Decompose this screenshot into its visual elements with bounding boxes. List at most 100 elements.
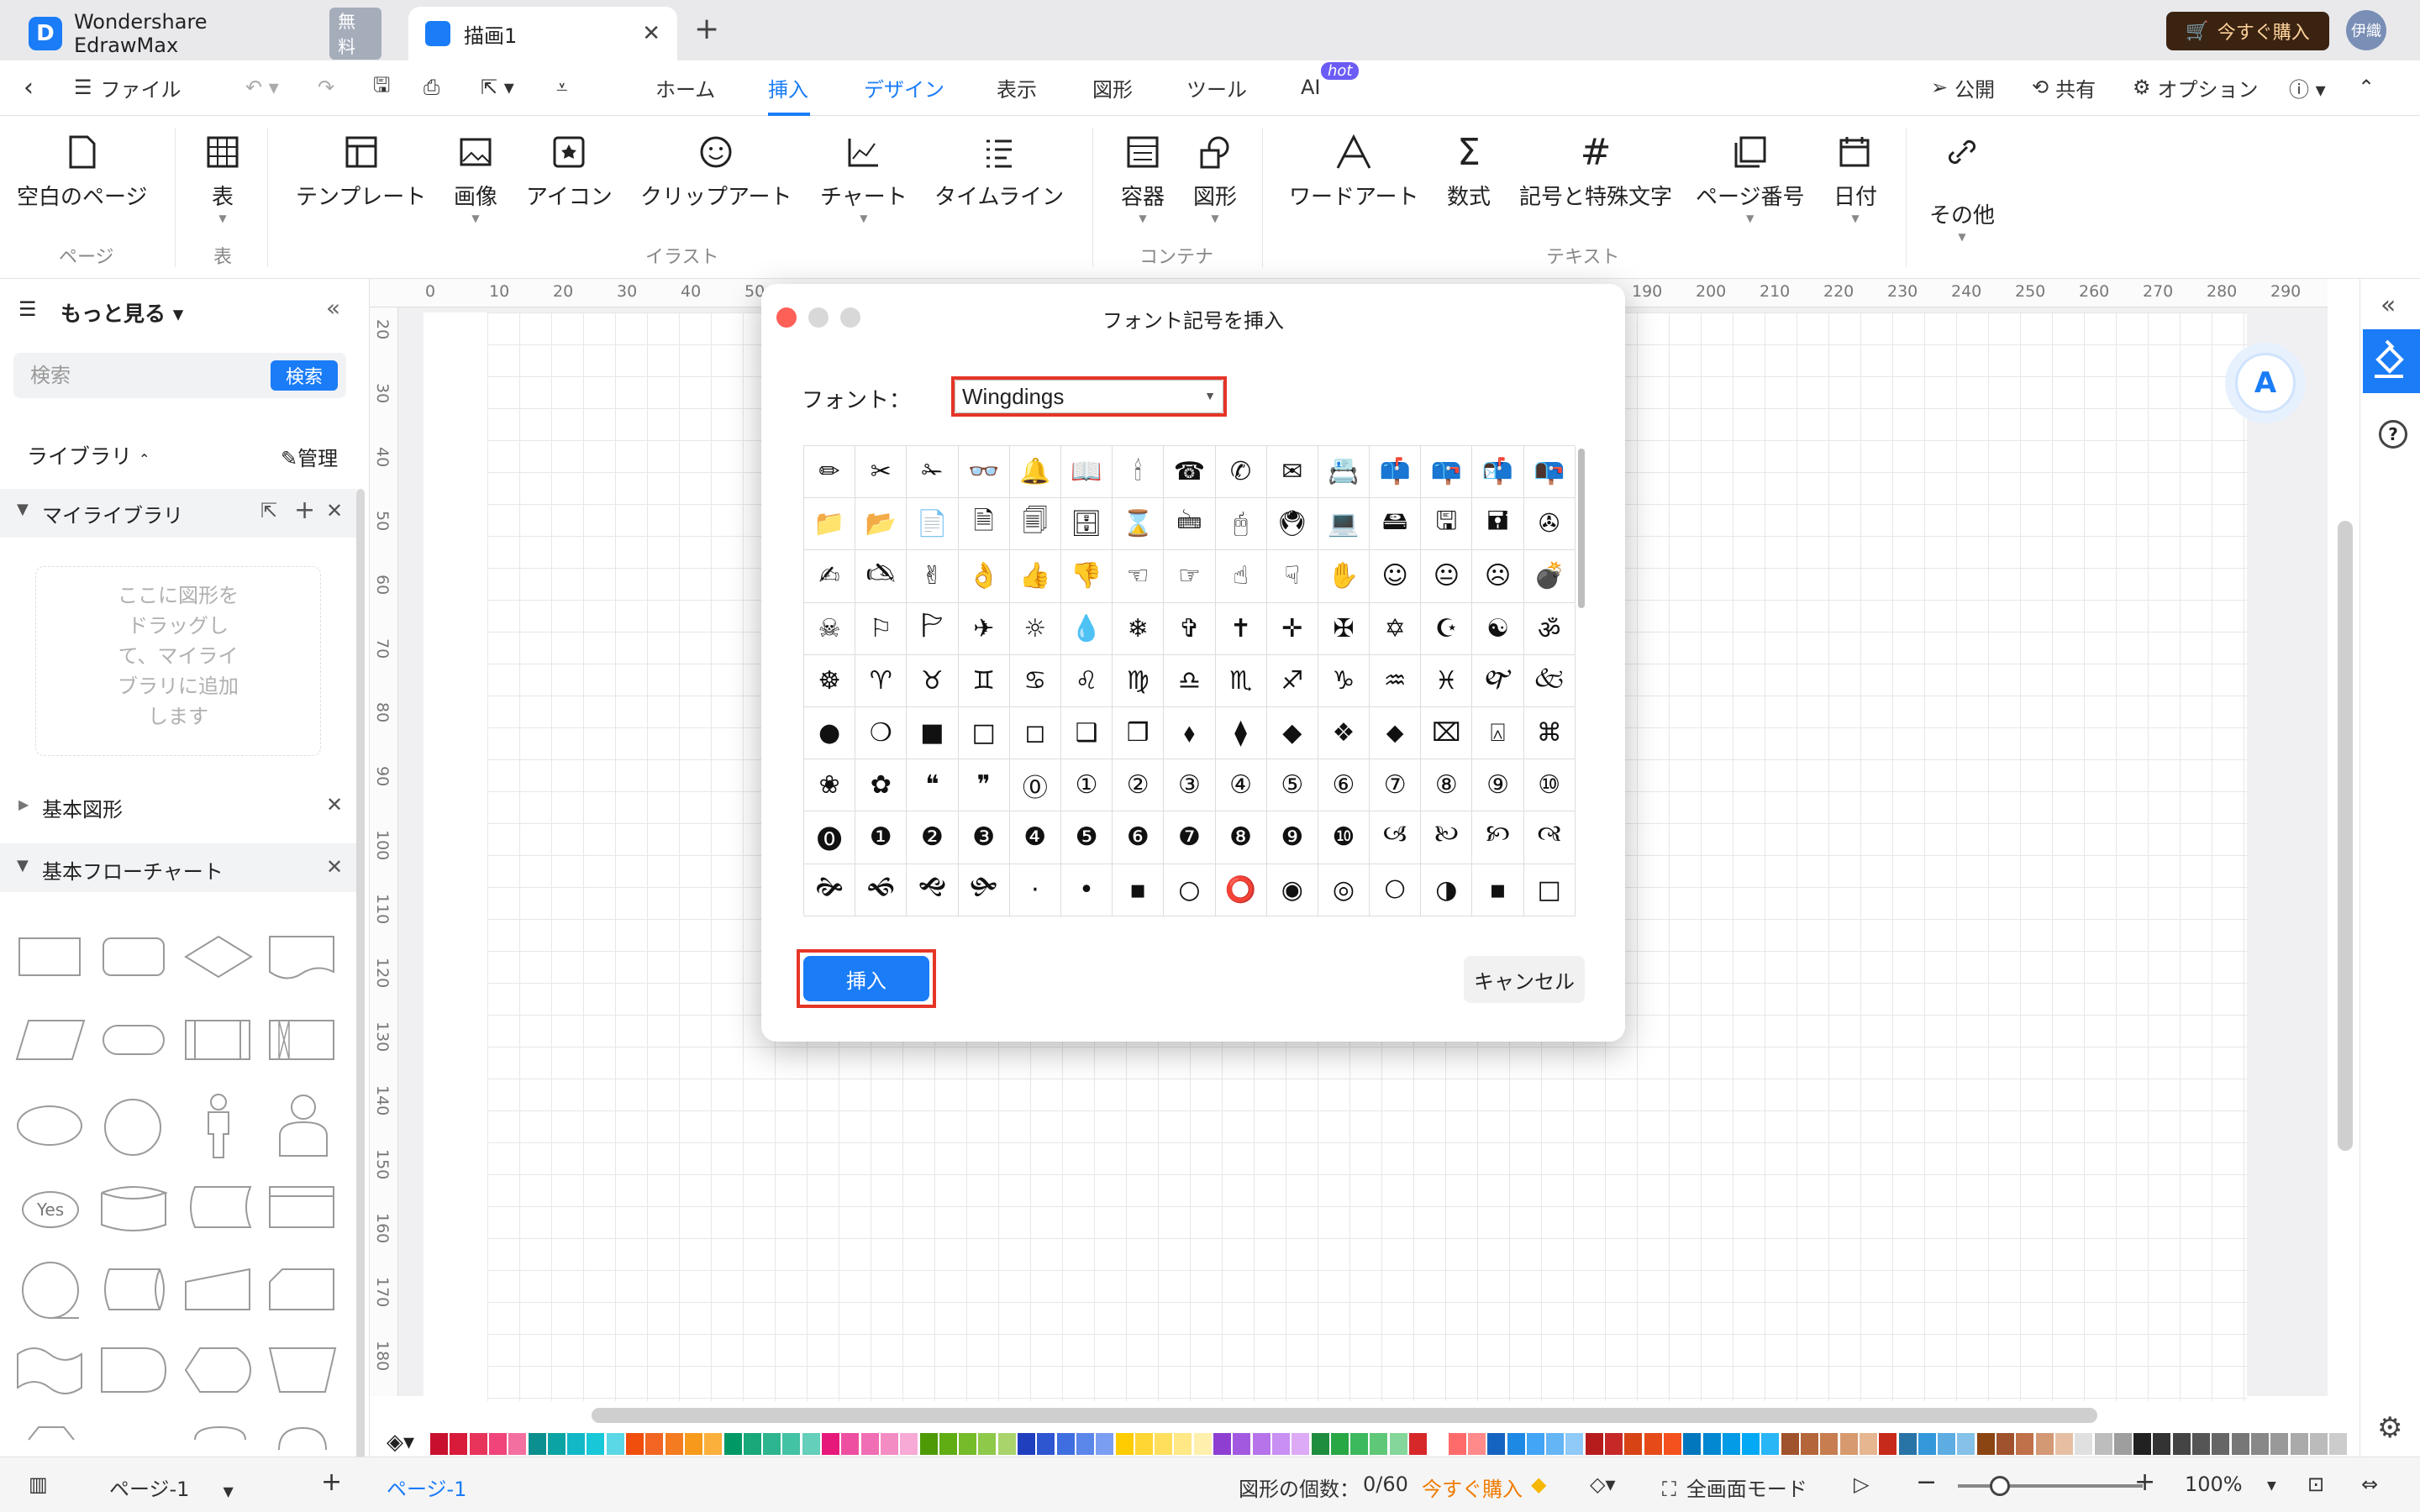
color-swatch[interactable] [1487, 1433, 1506, 1455]
symbol-cell[interactable]: 🖴 [1370, 498, 1422, 551]
color-swatch[interactable] [841, 1433, 860, 1455]
symbol-cell[interactable]: ▪ [1472, 864, 1524, 916]
color-swatch[interactable] [1742, 1433, 1760, 1455]
document-tab[interactable]: 描画1 ✕ [408, 7, 677, 60]
file-menu[interactable]: ☰ ファイル [74, 72, 182, 102]
symbol-cell[interactable]: 💧 [1060, 602, 1113, 655]
layers-icon[interactable]: ◇▾ [1590, 1473, 1616, 1496]
color-swatch[interactable] [1624, 1433, 1643, 1455]
symbol-cell[interactable]: ❻ [1113, 811, 1165, 864]
symbol-cell[interactable]: ♌ [1060, 654, 1113, 707]
symbol-cell[interactable]: ♉ [907, 654, 959, 707]
symbol-cell[interactable]: ♍ [1113, 654, 1165, 707]
symbol-cell[interactable]: ❑ [1060, 706, 1113, 760]
avatar[interactable]: 伊織 [2346, 10, 2386, 50]
symbol-cell[interactable]: ❒ [1113, 706, 1165, 760]
symbol-cell[interactable]: ✿ [855, 759, 908, 812]
symbol-cell[interactable]: 🔔 [1009, 446, 1061, 499]
page-number-button[interactable]: ページ番号 ▼ [1696, 131, 1804, 224]
tab-design[interactable]: デザイン [864, 72, 944, 102]
color-swatch[interactable] [567, 1433, 586, 1455]
symbol-cell[interactable]: ① [1060, 759, 1113, 812]
color-swatch[interactable] [1193, 1433, 1212, 1455]
add-icon[interactable]: + [294, 496, 315, 525]
color-swatch[interactable] [665, 1433, 683, 1455]
actor-shape[interactable] [195, 1092, 242, 1161]
symbol-cell[interactable]: ◉ [1266, 864, 1318, 916]
wordart-button[interactable]: ワードアート [1289, 131, 1418, 211]
fullscreen-button[interactable]: ⛶ 全画面モード [1662, 1473, 1807, 1502]
color-swatch[interactable] [1781, 1433, 1799, 1455]
symbol-cell[interactable]: ☹ [1472, 550, 1524, 603]
search-input[interactable] [13, 353, 266, 398]
color-swatch[interactable] [1918, 1433, 1936, 1455]
symbol-cell[interactable]: 🙡 [1472, 811, 1524, 864]
zoom-level[interactable]: 100% [2185, 1473, 2243, 1496]
symbol-cell[interactable]: ② [1113, 759, 1165, 812]
image-button[interactable]: 画像 ▼ [454, 131, 497, 224]
color-swatch[interactable] [782, 1433, 801, 1455]
color-swatch[interactable] [1448, 1433, 1466, 1455]
redo-icon[interactable]: ↷ [318, 72, 334, 102]
symbol-cell[interactable]: 👎 [1060, 550, 1113, 603]
symbol-cell[interactable]: ■ [907, 706, 959, 760]
symbol-cell[interactable]: 📖 [1060, 446, 1113, 499]
color-swatch[interactable] [1252, 1433, 1270, 1455]
basic-shapes-label[interactable]: 基本図形 [42, 793, 123, 822]
symbol-cell[interactable]: 🙝 [907, 864, 959, 916]
symbol-cell[interactable]: 🖬 [1472, 498, 1524, 551]
color-swatch[interactable] [1761, 1433, 1780, 1455]
expand-panel-icon[interactable]: « [2381, 291, 2396, 320]
symbol-cell[interactable]: ☸ [804, 654, 856, 707]
symbol-cell[interactable]: ☞ [1164, 550, 1216, 603]
ellipse-shape[interactable] [17, 1105, 82, 1146]
publish-button[interactable]: ➢ 公開 [1931, 72, 1995, 102]
connector-circle-shape[interactable] [18, 1260, 82, 1324]
color-swatch[interactable] [2329, 1433, 2348, 1455]
tab-home[interactable]: ホーム [655, 72, 715, 102]
symbol-cell[interactable]: ⑦ [1370, 759, 1422, 812]
color-swatch[interactable] [1292, 1433, 1310, 1455]
zoom-slider-thumb[interactable] [1990, 1476, 2010, 1496]
yes-shape[interactable]: Yes [22, 1191, 79, 1228]
symbol-cell[interactable]: 🞅 [1370, 864, 1422, 916]
color-swatch[interactable] [1683, 1433, 1702, 1455]
panel-scrollbar[interactable] [356, 489, 365, 1457]
symbol-cell[interactable]: 🙠 [1421, 811, 1473, 864]
color-swatch[interactable] [684, 1433, 702, 1455]
color-swatch[interactable] [508, 1433, 527, 1455]
ai-assistant-button[interactable]: A [2225, 343, 2306, 423]
color-swatch[interactable] [2250, 1433, 2269, 1455]
page-tab[interactable]: ページ-1 [387, 1473, 466, 1502]
color-swatch[interactable] [1330, 1433, 1349, 1455]
color-swatch[interactable] [763, 1433, 781, 1455]
symbol-cell[interactable]: 🙣 [1523, 811, 1576, 864]
symbol-cell[interactable]: ✆ [1215, 446, 1267, 499]
color-swatch[interactable] [1839, 1433, 1858, 1455]
symbol-cell[interactable]: 🙜 [855, 864, 908, 916]
symbol-cell[interactable]: ✌ [907, 550, 959, 603]
symbol-cell[interactable]: 🖮 [1164, 498, 1216, 551]
color-swatch[interactable] [1350, 1433, 1369, 1455]
symbol-cell[interactable]: 😐 [1421, 550, 1473, 603]
symbol-cell[interactable]: 🙰 [1472, 654, 1524, 707]
color-swatch[interactable] [1213, 1433, 1231, 1455]
color-swatch[interactable] [1096, 1433, 1114, 1455]
symbol-cell[interactable]: ☠ [804, 602, 856, 655]
symbol-cell[interactable]: ❄ [1113, 602, 1165, 655]
symbol-cell[interactable]: ⌛ [1113, 498, 1165, 551]
symbol-cell[interactable]: ❍ [855, 706, 908, 760]
symbol-cell[interactable]: □ [1523, 864, 1576, 916]
options-button[interactable]: ⚙ オプション [2133, 72, 2259, 102]
color-swatch[interactable] [469, 1433, 487, 1455]
symbol-cell[interactable]: ⬥ [1370, 706, 1422, 760]
more-button[interactable]: その他 ▼ [1929, 131, 1995, 243]
symbol-cell[interactable]: ⑨ [1472, 759, 1524, 812]
close-tab-icon[interactable]: ✕ [642, 21, 660, 46]
color-swatch[interactable] [626, 1433, 644, 1455]
color-swatch[interactable] [1565, 1433, 1584, 1455]
color-swatch[interactable] [450, 1433, 468, 1455]
color-swatch[interactable] [1996, 1433, 2014, 1455]
color-swatch[interactable] [900, 1433, 918, 1455]
symbol-cell[interactable]: ♐ [1266, 654, 1318, 707]
